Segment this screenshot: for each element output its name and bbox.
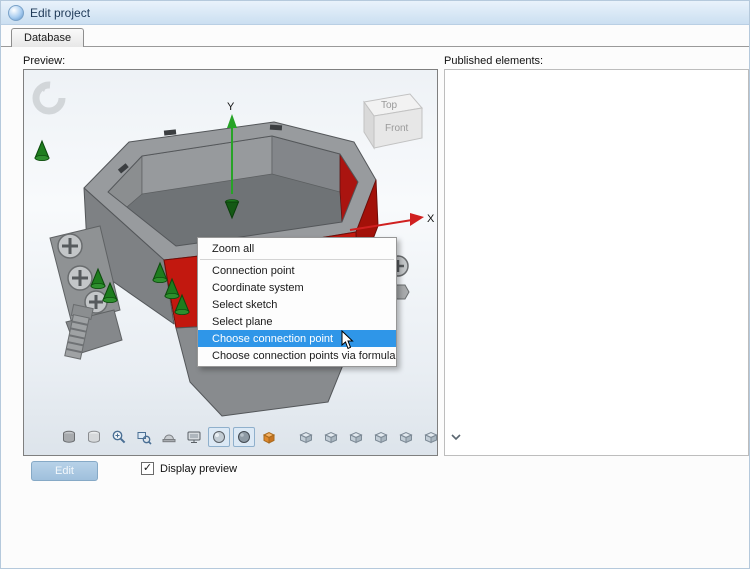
menu-item-select-plane[interactable]: Select plane (198, 313, 396, 330)
cube-view-5-icon[interactable] (395, 427, 417, 447)
connection-point-marker (35, 141, 49, 161)
screen-icon[interactable] (183, 427, 205, 447)
menu-item-connection-point[interactable]: Connection point (198, 262, 396, 279)
cube-view-3-icon[interactable] (345, 427, 367, 447)
edit-project-window: Edit project Database Preview: Published… (0, 0, 750, 569)
phillips-screw (68, 266, 92, 290)
edit-button[interactable]: Edit (31, 461, 98, 481)
checkmark-icon: ✓ (143, 463, 152, 474)
window-title: Edit project (30, 6, 90, 20)
transparent-cylinder-icon[interactable] (83, 427, 105, 447)
zoom-icon[interactable] (108, 427, 130, 447)
x-axis-label: X (427, 213, 435, 225)
display-preview-checkbox[interactable]: ✓ (141, 462, 154, 475)
more-chevron-icon[interactable] (445, 427, 467, 447)
cap-icon[interactable] (158, 427, 180, 447)
view-cube[interactable]: Top Front (364, 94, 422, 148)
preview-label: Preview: (23, 55, 65, 67)
sphere-shaded-icon[interactable] (208, 427, 230, 447)
tab-database[interactable]: Database (11, 28, 84, 47)
menu-item-zoom-all[interactable]: Zoom all (198, 240, 396, 257)
cube-view-1-icon[interactable] (295, 427, 317, 447)
solid-cylinder-icon[interactable] (58, 427, 80, 447)
context-menu: Zoom all Connection point Coordinate sys… (197, 237, 397, 367)
menu-separator (200, 259, 394, 260)
cube-view-4-icon[interactable] (370, 427, 392, 447)
menu-item-choose-connection-point[interactable]: Choose connection point (198, 330, 396, 347)
app-icon (8, 5, 24, 21)
phillips-screw (58, 234, 82, 258)
zoom-window-icon[interactable] (133, 427, 155, 447)
menu-item-select-sketch[interactable]: Select sketch (198, 296, 396, 313)
cube-view-2-icon[interactable] (320, 427, 342, 447)
mouse-cursor (341, 330, 355, 350)
published-label: Published elements: (444, 55, 543, 67)
sphere-dark-icon[interactable] (233, 427, 255, 447)
y-axis-label: Y (227, 101, 235, 113)
rotate-indicator-icon (36, 83, 62, 111)
view-cube-front-label: Front (385, 123, 409, 134)
menu-item-choose-connection-points-via-formula[interactable]: Choose connection points via formula (198, 347, 396, 364)
published-elements-panel[interactable] (444, 69, 749, 456)
tab-divider (1, 46, 749, 47)
display-preview-label: Display preview (160, 463, 237, 475)
orange-box-icon[interactable] (258, 427, 280, 447)
titlebar: Edit project (1, 1, 749, 25)
cube-view-6-icon[interactable] (420, 427, 442, 447)
menu-item-coordinate-system[interactable]: Coordinate system (198, 279, 396, 296)
display-preview-option: ✓ Display preview (141, 462, 237, 475)
view-cube-top-label: Top (381, 100, 398, 111)
viewport-toolbar (58, 427, 467, 447)
